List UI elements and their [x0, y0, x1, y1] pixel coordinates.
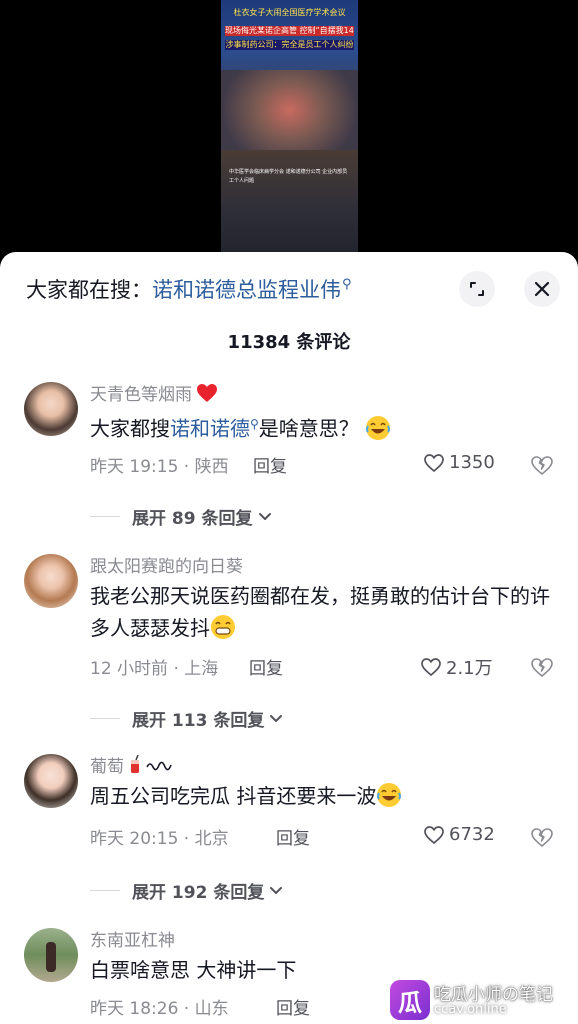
- like-button[interactable]: 2.1万: [420, 654, 493, 680]
- expand-divider: [90, 718, 120, 719]
- laugh-cry-emoji-icon: [366, 415, 391, 440]
- comment-search-link[interactable]: 诺和诺德: [170, 417, 250, 441]
- comment-text: 周五公司吃完瓜 抖音还要来一波: [90, 780, 552, 812]
- expand-divider: [90, 890, 120, 891]
- search-suggestion-prefix: 大家都在搜：: [26, 278, 152, 302]
- comment-text-part: 大家都搜: [90, 416, 170, 441]
- video-player[interactable]: 杜衣女子大闹全国医疗学术会议 现场侮光某诺企高管 控制“自摆我14年” 涉事制药…: [0, 0, 578, 252]
- heart-emoji-icon: [197, 383, 217, 402]
- heart-outline-icon: [424, 453, 444, 472]
- search-suggestion[interactable]: 大家都在搜： 诺和诺德总监程业伟 ⚲: [26, 274, 352, 304]
- close-button[interactable]: [524, 271, 560, 307]
- comment-text: 我老公那天说医药圈都在发，挺勇敢的估计台下的许多人瑟瑟发抖: [90, 580, 552, 644]
- comment-time-location: 昨天 19:15 · 陕西: [90, 457, 229, 477]
- expand-divider: [90, 516, 120, 517]
- avatar[interactable]: [24, 928, 78, 982]
- drink-emoji-icon: [131, 754, 139, 773]
- heart-outline-icon: [421, 658, 441, 677]
- avatar[interactable]: [24, 754, 78, 808]
- comment-time-location: 昨天 18:26 · 山东: [90, 999, 229, 1019]
- avatar-figure: [46, 942, 56, 972]
- video-caption-line1: 杜衣女子大闹全国医疗学术会议: [233, 8, 346, 17]
- comment-username[interactable]: 东南亚杠神: [90, 926, 175, 951]
- comment-count: 11384 条评论: [227, 332, 351, 353]
- expand-replies-button[interactable]: 展开 192 条回复: [90, 878, 284, 903]
- comment-text-part: 周五公司吃完瓜 抖音还要来一波: [90, 784, 377, 808]
- expand-icon: [470, 282, 484, 296]
- avatar[interactable]: [24, 382, 78, 436]
- watermark-logo-icon: 瓜: [390, 980, 430, 1020]
- comment-username[interactable]: 葡萄: [90, 752, 172, 777]
- comment-sheet: 大家都在搜： 诺和诺德总监程业伟 ⚲ 11384 条评论 天青色等烟雨 大家都搜…: [0, 252, 578, 1024]
- laugh-cry-emoji-icon: [377, 783, 402, 807]
- expand-replies-button[interactable]: 展开 89 条回复: [90, 504, 273, 529]
- heart-outline-icon: [424, 825, 444, 844]
- chevron-down-icon: [258, 512, 271, 520]
- expand-replies-label: 展开 192 条回复: [132, 883, 265, 903]
- reply-button[interactable]: 回复: [249, 654, 283, 679]
- comment-username-text: 葡萄: [90, 757, 124, 777]
- like-count: 6732: [449, 824, 495, 845]
- like-count: 1350: [449, 452, 495, 473]
- avatar[interactable]: [24, 554, 78, 608]
- video-crowd-scene: [221, 150, 358, 252]
- search-icon: ⚲: [342, 276, 352, 292]
- video-subtitle: 中华医学会临床病学分会 诺和诺德分公司 企业内部员工个人问题: [229, 169, 348, 184]
- expand-replies-button[interactable]: 展开 113 条回复: [90, 706, 284, 731]
- dislike-icon[interactable]: [530, 656, 554, 678]
- close-icon: [534, 281, 550, 297]
- comment-username[interactable]: 天青色等烟雨: [90, 380, 218, 405]
- reply-button[interactable]: 回复: [253, 452, 287, 477]
- watermark-url: ccav.online: [434, 1002, 507, 1017]
- expand-sheet-button[interactable]: [459, 271, 495, 307]
- search-icon: ⚲: [250, 417, 259, 431]
- dislike-icon[interactable]: [530, 826, 554, 848]
- comment-time-location: 昨天 20:15 · 北京: [90, 829, 229, 849]
- comment-text-part: 我老公那天说医药圈都在发，挺勇敢的估计台下的许多人瑟瑟发抖: [90, 584, 550, 640]
- chevron-down-icon: [270, 886, 283, 894]
- like-button[interactable]: 1350: [423, 452, 495, 473]
- video-caption-line2: 现场侮光某诺企高管 控制“自摆我14年”: [225, 26, 354, 36]
- expand-replies-label: 展开 89 条回复: [132, 509, 253, 529]
- grin-emoji-icon: [211, 615, 235, 639]
- comment-text-part: 是啥意思？: [258, 416, 359, 441]
- wave-emoji-icon: [146, 761, 172, 770]
- dislike-icon[interactable]: [530, 454, 554, 476]
- watermark: 瓜 吃瓜小师の笔记 ccav.online: [390, 978, 570, 1022]
- reply-button[interactable]: 回复: [276, 994, 310, 1019]
- comment-username-text: 天青色等烟雨: [90, 385, 192, 405]
- search-suggestion-term[interactable]: 诺和诺德总监程业伟: [152, 274, 341, 304]
- video-caption-line3: 涉事制药公司：完全是员工个人纠纷: [225, 40, 354, 50]
- chevron-down-icon: [270, 714, 283, 722]
- like-count: 2.1万: [446, 658, 493, 679]
- expand-replies-label: 展开 113 条回复: [132, 711, 265, 731]
- comment-time-location: 12 小时前 · 上海: [90, 659, 219, 679]
- comment-username[interactable]: 跟太阳赛跑的向日葵: [90, 552, 243, 577]
- comment-text: 大家都搜诺和诺德⚲是啥意思？: [90, 408, 552, 445]
- reply-button[interactable]: 回复: [276, 824, 310, 849]
- video-thumbnail[interactable]: 杜衣女子大闹全国医疗学术会议 现场侮光某诺企高管 控制“自摆我14年” 涉事制药…: [221, 0, 358, 252]
- like-button[interactable]: 6732: [423, 824, 495, 845]
